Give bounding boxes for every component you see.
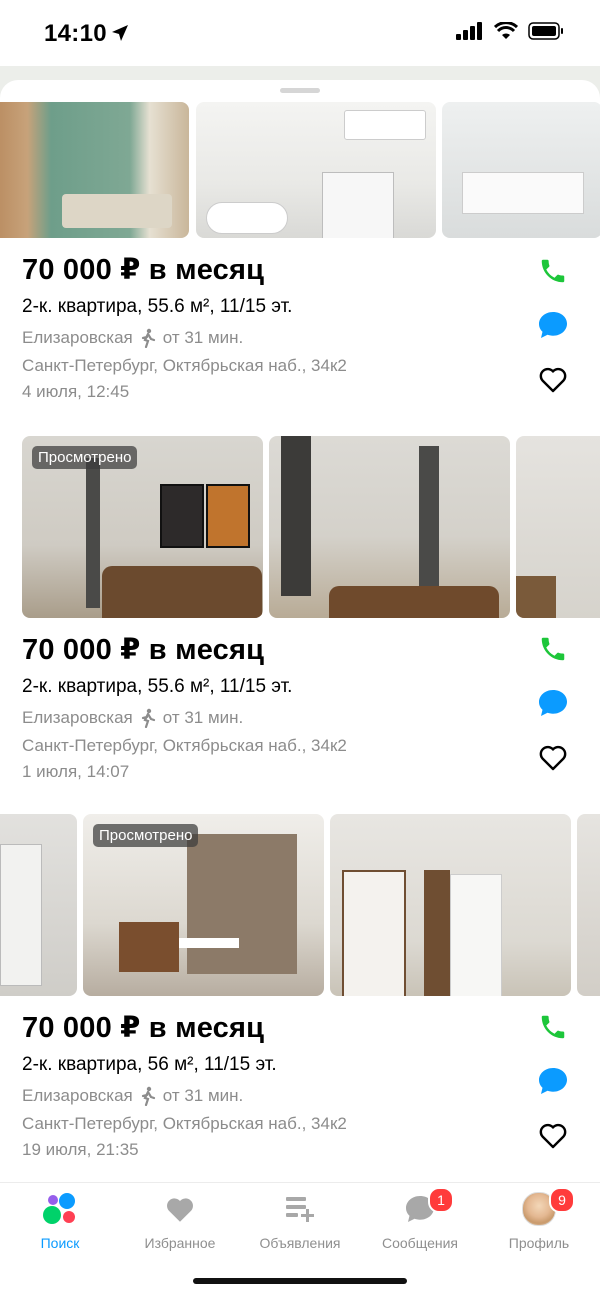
chat-bubble-icon xyxy=(539,690,567,716)
favorite-button[interactable] xyxy=(536,740,570,774)
heart-icon xyxy=(167,1198,193,1222)
message-button[interactable] xyxy=(536,308,570,342)
walk-time: от 31 мин. xyxy=(162,1086,244,1105)
photo-gallery[interactable]: Просмотрено xyxy=(0,814,600,996)
tab-profile[interactable]: 9 Профиль xyxy=(479,1187,599,1251)
listing-photo[interactable]: Просмотрено xyxy=(83,814,324,996)
phone-icon xyxy=(541,259,565,283)
chat-bubble-icon xyxy=(539,1068,567,1094)
listing-date: 1 июля, 14:07 xyxy=(22,762,130,781)
status-indicators xyxy=(456,22,564,40)
message-button[interactable] xyxy=(536,686,570,720)
photo-gallery[interactable] xyxy=(0,102,600,238)
walk-time: от 31 мин. xyxy=(162,708,244,727)
tab-label: Избранное xyxy=(144,1235,216,1251)
chat-bubble-icon xyxy=(539,312,567,338)
listing-price: 70 000 ₽ в месяц xyxy=(22,634,265,666)
listing-description: 2-к. квартира, 56 м², 11/15 эт. xyxy=(22,1054,277,1075)
photo-gallery[interactable]: Просмотрено xyxy=(0,436,600,618)
listing-price: 70 000 ₽ в месяц xyxy=(22,254,265,286)
favorite-button[interactable] xyxy=(536,1118,570,1152)
listing-address: Санкт-Петербург, Октябрьская наб., 34к2 xyxy=(22,356,347,375)
metro-station: Елизаровская xyxy=(22,1086,133,1105)
listing-photo[interactable] xyxy=(0,102,189,238)
listing-photo[interactable] xyxy=(196,102,436,238)
call-button[interactable] xyxy=(536,1010,570,1044)
tab-label: Поиск xyxy=(40,1235,80,1251)
walk-time: от 31 мин. xyxy=(162,328,244,347)
tab-favorites[interactable]: Избранное xyxy=(120,1189,240,1251)
listing-photo[interactable] xyxy=(0,814,77,996)
tab-label: Профиль xyxy=(508,1235,570,1251)
sheet-grabber[interactable] xyxy=(280,88,320,93)
listing-photo[interactable] xyxy=(442,102,600,238)
tab-search[interactable]: Поиск xyxy=(0,1189,120,1251)
call-button[interactable] xyxy=(536,632,570,666)
listing-description: 2-к. квартира, 55.6 м², 11/15 эт. xyxy=(22,676,293,697)
status-bar: 14:10 xyxy=(0,0,600,66)
listing-metro: Елизаровская от 31 мин. xyxy=(22,1086,243,1106)
signal-icon xyxy=(456,22,482,40)
walking-icon xyxy=(141,708,155,728)
metro-station: Елизаровская xyxy=(22,708,133,727)
viewed-badge: Просмотрено xyxy=(32,446,138,469)
heart-outline-icon xyxy=(539,367,567,393)
battery-icon xyxy=(528,22,563,40)
listing-photo[interactable] xyxy=(330,814,571,996)
walking-icon xyxy=(141,328,155,348)
listing-photo[interactable] xyxy=(269,436,510,618)
notification-badge: 9 xyxy=(549,1187,575,1213)
home-indicator xyxy=(193,1278,407,1284)
listing-address: Санкт-Петербург, Октябрьская наб., 34к2 xyxy=(22,1114,347,1133)
listing-metro: Елизаровская от 31 мин. xyxy=(22,708,243,728)
message-button[interactable] xyxy=(536,1064,570,1098)
listing-price: 70 000 ₽ в месяц xyxy=(22,1012,265,1044)
heart-outline-icon xyxy=(539,1123,567,1149)
metro-station: Елизаровская xyxy=(22,328,133,347)
listing-description: 2-к. квартира, 55.6 м², 11/15 эт. xyxy=(22,296,293,317)
status-time: 14:10 xyxy=(44,20,107,47)
tab-messages[interactable]: 1 Сообщения xyxy=(360,1187,480,1251)
unread-badge: 1 xyxy=(428,1187,454,1213)
favorite-button[interactable] xyxy=(536,362,570,396)
listing-date: 19 июля, 21:35 xyxy=(22,1140,139,1159)
tab-label: Сообщения xyxy=(382,1235,458,1251)
walking-icon xyxy=(141,1086,155,1106)
phone-icon xyxy=(541,637,565,661)
heart-outline-icon xyxy=(539,745,567,771)
add-listing-icon xyxy=(286,1197,314,1222)
location-arrow-icon xyxy=(112,25,128,41)
wifi-icon xyxy=(494,22,518,39)
tab-my-listings[interactable]: Объявления xyxy=(240,1189,360,1251)
listing-photo[interactable]: Просмотрено xyxy=(22,436,263,618)
results-sheet[interactable]: 70 000 ₽ в месяц 2-к. квартира, 55.6 м²,… xyxy=(0,80,600,1190)
search-logo-icon xyxy=(43,1193,75,1224)
listing-date: 4 июля, 12:45 xyxy=(22,382,130,401)
viewed-badge: Просмотрено xyxy=(93,824,199,847)
phone-icon xyxy=(541,1015,565,1039)
listing-photo[interactable] xyxy=(577,814,600,996)
listing-metro: Елизаровская от 31 мин. xyxy=(22,328,243,348)
tab-label: Объявления xyxy=(259,1235,341,1251)
listing-photo[interactable] xyxy=(516,436,600,618)
call-button[interactable] xyxy=(536,254,570,288)
listing-address: Санкт-Петербург, Октябрьская наб., 34к2 xyxy=(22,736,347,755)
